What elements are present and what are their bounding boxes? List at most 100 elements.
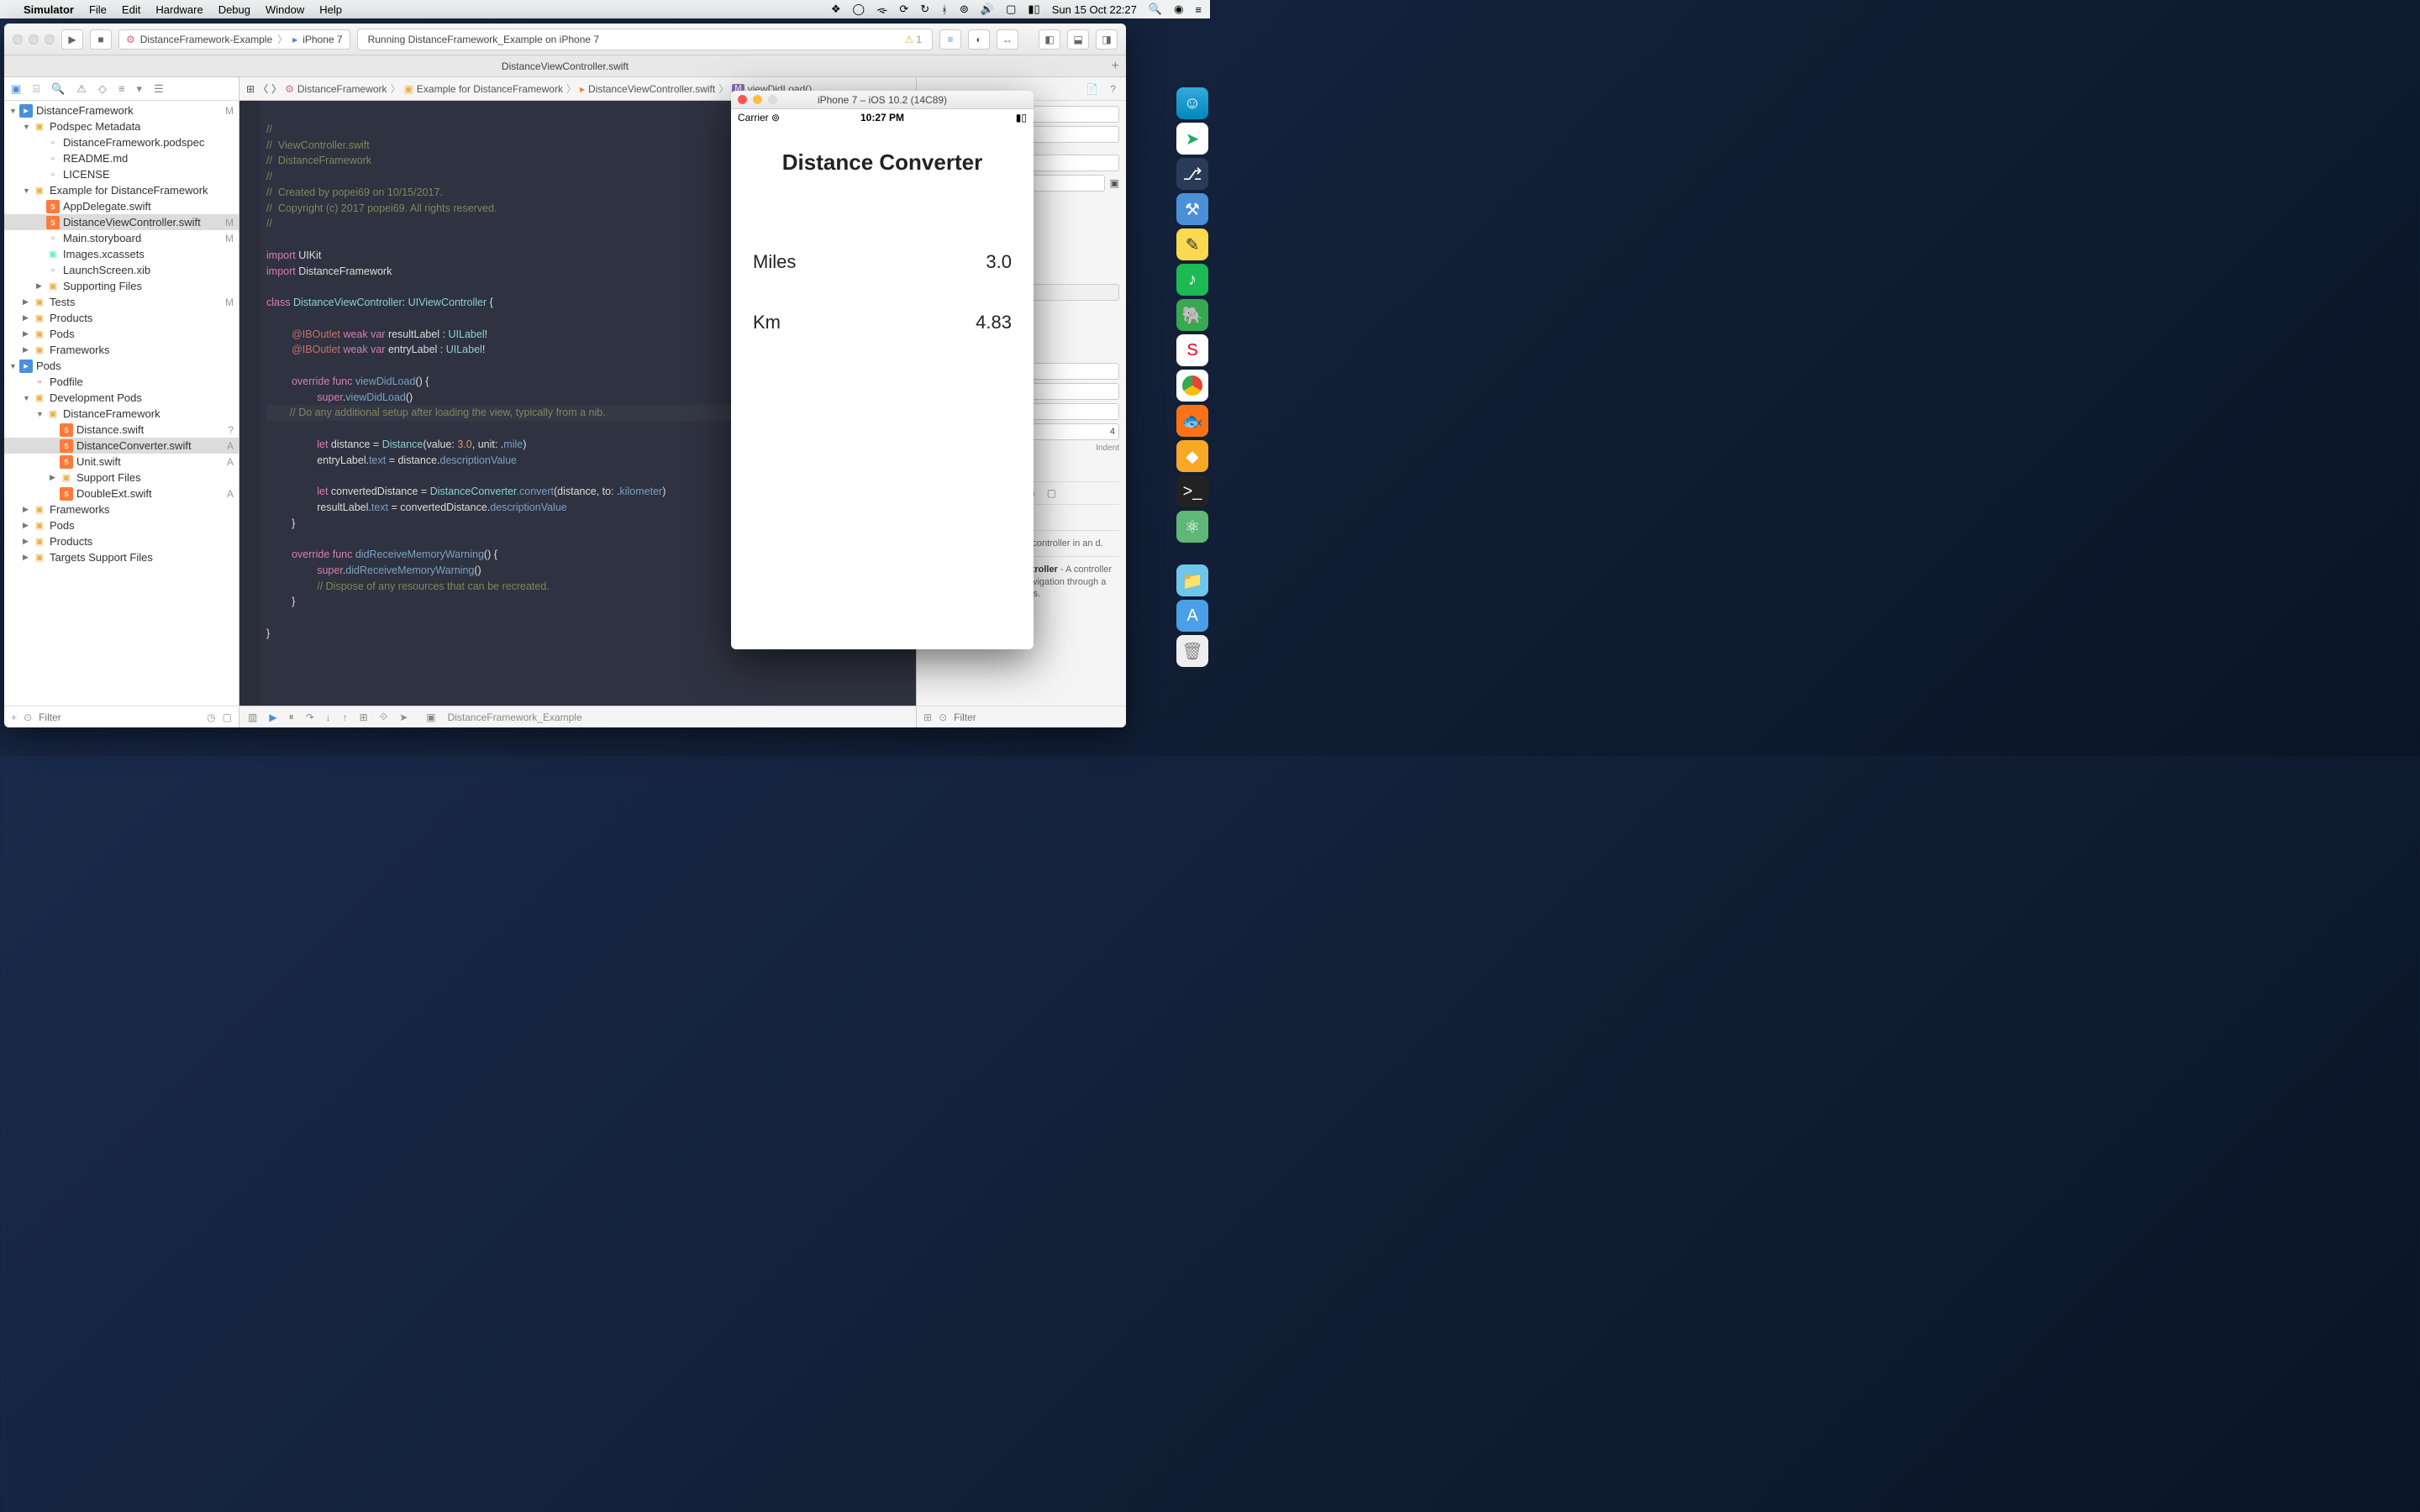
tree-row[interactable]: ▶▣TestsM (4, 294, 239, 310)
tree-row[interactable]: ▼▸DistanceFrameworkM (4, 102, 239, 118)
help-inspector-icon[interactable]: ? (1110, 83, 1116, 95)
tree-row[interactable]: ▼▸Pods (4, 358, 239, 374)
tab-active[interactable]: DistanceViewController.swift (502, 60, 629, 72)
notification-icon[interactable]: ≡ (1195, 3, 1202, 16)
tree-row[interactable]: ▶▣Products (4, 533, 239, 549)
evernote-icon[interactable]: 🐘 (1176, 299, 1208, 331)
step-in-icon[interactable]: ↓ (326, 711, 331, 723)
tree-row[interactable]: ▶▣Frameworks (4, 501, 239, 517)
tree-row[interactable]: sDistanceViewController.swiftM (4, 214, 239, 230)
sourcetree-icon[interactable]: ⎇ (1176, 158, 1208, 190)
hide-debug-icon[interactable]: ▥ (248, 711, 257, 723)
volume-icon[interactable]: 🔊 (981, 3, 994, 16)
lib-media-icon[interactable]: ▢ (1047, 487, 1056, 499)
run-button[interactable]: ▶ (61, 29, 83, 50)
tree-row[interactable]: ▫Podfile (4, 374, 239, 390)
symbol-nav-icon[interactable]: ⌸ (33, 82, 39, 96)
airplay-icon[interactable]: ▢ (1006, 3, 1016, 16)
editor-assistant-button[interactable]: ◐ (968, 29, 990, 50)
editor-standard-button[interactable]: ≡ (939, 29, 961, 50)
xcode-icon[interactable]: ⚒ (1176, 193, 1208, 225)
menu-hardware[interactable]: Hardware (155, 3, 203, 16)
scheme-selector[interactable]: ⚙DistanceFramework-Example〉 ▸iPhone 7 (118, 29, 350, 50)
project-nav-icon[interactable]: ▣ (11, 82, 21, 96)
project-tree[interactable]: ▼▸DistanceFrameworkM▼▣Podspec Metadata▫D… (4, 101, 239, 706)
tree-row[interactable]: sDoubleExt.swiftA (4, 486, 239, 501)
folder-icon[interactable]: 📁 (1176, 564, 1208, 596)
stop-button[interactable]: ■ (90, 29, 112, 50)
menu-debug[interactable]: Debug (218, 3, 250, 16)
tree-row[interactable]: ▫README.md (4, 150, 239, 166)
spotlight-icon[interactable]: 🔍 (1149, 3, 1162, 16)
tree-row[interactable]: sDistanceConverter.swiftA (4, 438, 239, 454)
trash-icon[interactable]: 🗑 (1176, 635, 1208, 667)
siri-icon[interactable]: ◉ (1174, 3, 1183, 16)
timemachine-icon[interactable]: ↻ (920, 3, 929, 16)
chrome-icon[interactable] (1176, 370, 1208, 402)
tree-row[interactable]: ▼▣Example for DistanceFramework (4, 182, 239, 198)
related-items-icon[interactable]: ⊞ (246, 83, 255, 95)
tree-row[interactable]: ▼▣DistanceFramework (4, 406, 239, 422)
maps-icon[interactable]: ➤ (1176, 123, 1208, 155)
tree-row[interactable]: ▫LaunchScreen.xib (4, 262, 239, 278)
battery-icon[interactable]: ▮▯ (1028, 3, 1039, 16)
file-inspector-icon[interactable]: 📄 (1086, 83, 1098, 95)
navigator-selector[interactable]: ▣ ⌸ 🔍 ⚠ ◇ ≡ ▾ ☰ (4, 77, 239, 101)
app-menu[interactable]: Simulator (24, 3, 74, 16)
terminal-icon[interactable]: >_ (1176, 475, 1208, 507)
warning-icon[interactable]: ⚠ (905, 34, 914, 45)
tree-row[interactable]: ▶▣Pods (4, 517, 239, 533)
step-over-icon[interactable]: ↷ (306, 711, 314, 723)
test-nav-icon[interactable]: ◇ (98, 82, 107, 96)
step-out-icon[interactable]: ↑ (343, 711, 348, 723)
add-button[interactable]: + (11, 711, 17, 723)
menu-help[interactable]: Help (319, 3, 342, 16)
debug-target[interactable]: DistanceFramework_Example (448, 711, 582, 723)
breakpoints-icon[interactable]: ▶ (269, 711, 276, 723)
sync-icon[interactable]: ⟳ (899, 3, 908, 16)
new-tab-button[interactable]: + (1112, 59, 1119, 74)
tree-row[interactable]: ▫LICENSE (4, 166, 239, 182)
editor-version-button[interactable]: ↔ (997, 29, 1018, 50)
spotify-icon[interactable]: ♪ (1176, 264, 1208, 296)
debug-nav-icon[interactable]: ≡ (118, 82, 125, 95)
finder-icon[interactable]: ☺ (1176, 87, 1208, 119)
navigator-filter-input[interactable] (39, 711, 200, 723)
toggle-inspector-button[interactable]: ◨ (1096, 29, 1118, 50)
tree-row[interactable]: ▼▣Development Pods (4, 390, 239, 406)
tree-row[interactable]: ▫Main.storyboardM (4, 230, 239, 246)
toggle-navigator-button[interactable]: ◧ (1039, 29, 1060, 50)
tree-row[interactable]: ▶▣Support Files (4, 470, 239, 486)
circle-icon[interactable]: ◯ (852, 3, 865, 16)
sketch-icon[interactable]: ◆ (1176, 440, 1208, 472)
tree-row[interactable]: ▼▣Podspec Metadata (4, 118, 239, 134)
tree-row[interactable]: ▶▣Pods (4, 326, 239, 342)
tree-row[interactable]: ▣Images.xcassets (4, 246, 239, 262)
atom-icon[interactable]: ⚛ (1176, 511, 1208, 543)
tree-row[interactable]: sUnit.swiftA (4, 454, 239, 470)
memory-icon[interactable]: ⟐ (380, 711, 387, 723)
toggle-debug-button[interactable]: ⬓ (1067, 29, 1089, 50)
tree-row[interactable]: ▶▣Supporting Files (4, 278, 239, 294)
menu-edit[interactable]: Edit (122, 3, 140, 16)
tree-row[interactable]: ▶▣Products (4, 310, 239, 326)
report-nav-icon[interactable]: ☰ (154, 82, 164, 96)
tree-row[interactable]: sAppDelegate.swift (4, 198, 239, 214)
notes-app-icon[interactable]: ✎ (1176, 228, 1208, 260)
tree-row[interactable]: ▶▣Targets Support Files (4, 549, 239, 565)
library-filter-input[interactable] (954, 711, 1119, 723)
recent-filter-icon[interactable]: ◷ (207, 711, 215, 723)
bluetooth-icon[interactable]: ᚼ (941, 3, 948, 16)
tree-row[interactable]: ▶▣Frameworks (4, 342, 239, 358)
window-controls[interactable] (13, 34, 55, 45)
tree-row[interactable]: sDistance.swift? (4, 422, 239, 438)
indent-width[interactable] (1024, 423, 1120, 440)
appstore-icon[interactable]: A (1176, 600, 1208, 632)
pause-icon[interactable]: ⏸ (289, 711, 294, 723)
wifi-icon[interactable]: ⊚ (960, 3, 969, 16)
forward-button[interactable]: 〉 (271, 81, 281, 96)
lib-grid-icon[interactable]: ⊞ (923, 711, 932, 723)
tree-row[interactable]: ▫DistanceFramework.podspec (4, 134, 239, 150)
fish-icon[interactable]: 🐟 (1176, 405, 1208, 437)
issue-nav-icon[interactable]: ⚠ (76, 82, 87, 96)
